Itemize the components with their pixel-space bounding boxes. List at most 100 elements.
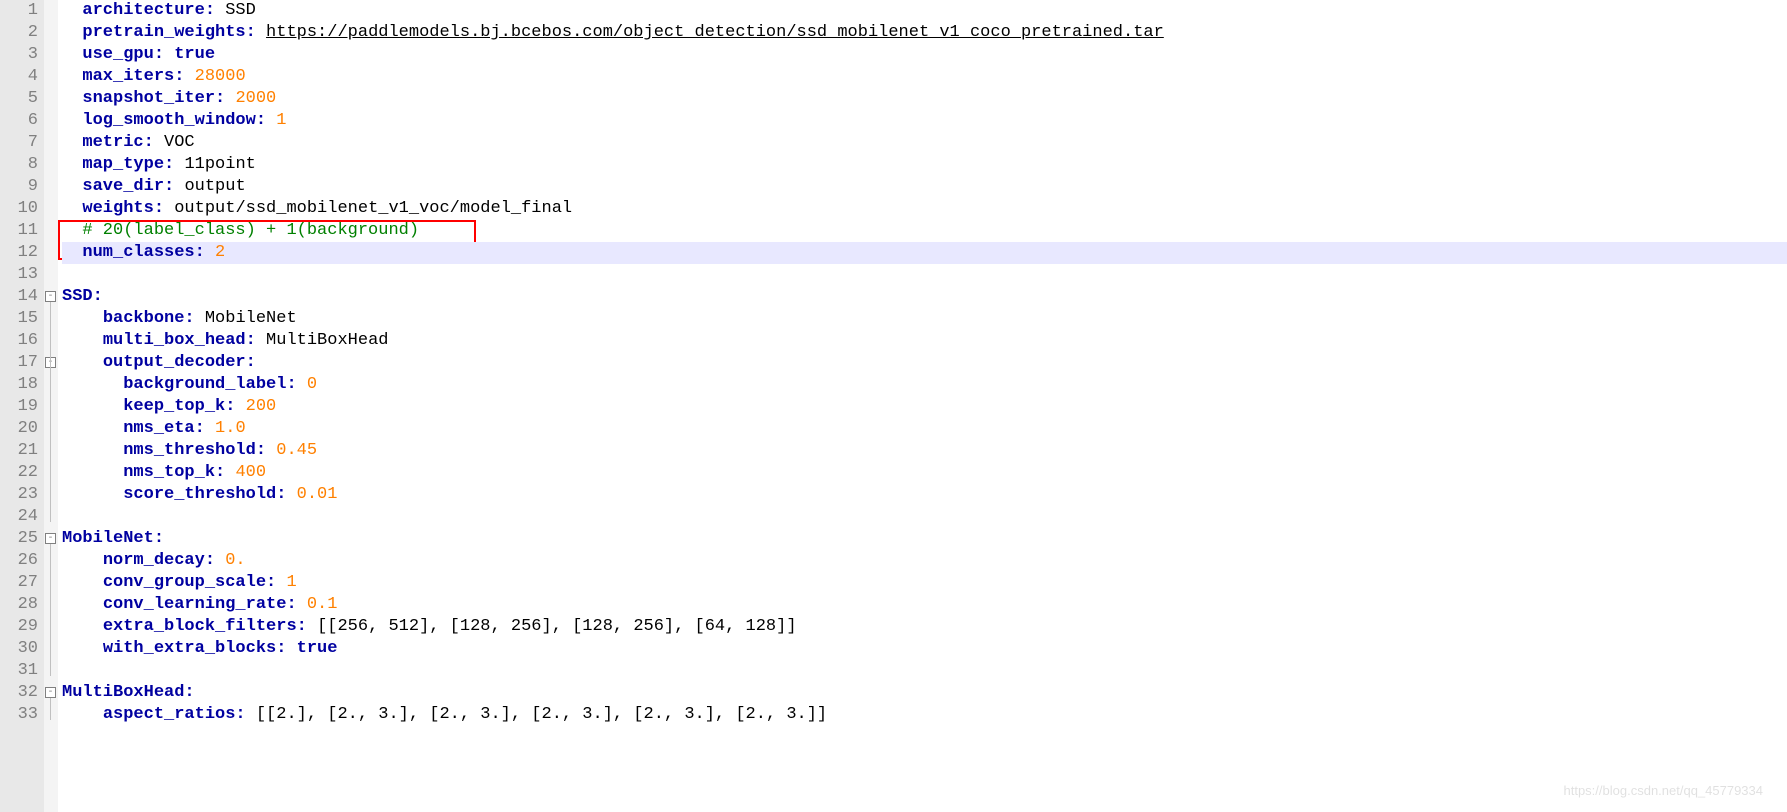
line-number: 9 — [0, 176, 44, 198]
yaml-value: 0.45 — [276, 441, 317, 460]
yaml-value: SSD — [225, 1, 256, 20]
line-number: 14 — [0, 286, 44, 308]
code-line[interactable]: nms_eta: 1.0 — [62, 418, 1787, 440]
yaml-value: 400 — [235, 463, 266, 482]
yaml-key: nms_threshold: — [123, 441, 266, 460]
yaml-value: 1 — [286, 573, 296, 592]
code-line[interactable]: metric: VOC — [62, 132, 1787, 154]
code-line[interactable]: aspect_ratios: [[2.], [2., 3.], [2., 3.]… — [62, 704, 1787, 726]
code-line[interactable]: multi_box_head: MultiBoxHead — [62, 330, 1787, 352]
yaml-key: architecture: — [82, 1, 215, 20]
yaml-value: 0 — [307, 375, 317, 394]
yaml-key: MultiBoxHead: — [62, 683, 195, 702]
line-number: 19 — [0, 396, 44, 418]
yaml-value: [[256, 512], [128, 256], [128, 256], [64… — [317, 617, 796, 636]
line-number: 15 — [0, 308, 44, 330]
code-line[interactable]: architecture: SSD — [62, 0, 1787, 22]
line-number: 18 — [0, 374, 44, 396]
code-line[interactable]: with_extra_blocks: true — [62, 638, 1787, 660]
code-line[interactable]: snapshot_iter: 2000 — [62, 88, 1787, 110]
code-line[interactable] — [62, 660, 1787, 682]
yaml-value: true — [297, 639, 338, 658]
fold-toggle-icon[interactable]: - — [45, 291, 56, 302]
yaml-key: save_dir: — [82, 177, 174, 196]
line-number: 33 — [0, 704, 44, 726]
code-line[interactable]: output_decoder: — [62, 352, 1787, 374]
code-line[interactable]: score_threshold: 0.01 — [62, 484, 1787, 506]
line-number: 22 — [0, 462, 44, 484]
code-line[interactable]: weights: output/ssd_mobilenet_v1_voc/mod… — [62, 198, 1787, 220]
code-line[interactable]: norm_decay: 0. — [62, 550, 1787, 572]
code-line[interactable] — [62, 264, 1787, 286]
line-number-gutter: 1234567891011121314151617181920212223242… — [0, 0, 44, 812]
yaml-value: 1 — [276, 111, 286, 130]
line-number: 32 — [0, 682, 44, 704]
line-number: 31 — [0, 660, 44, 682]
yaml-key: metric: — [82, 133, 153, 152]
code-line[interactable]: conv_group_scale: 1 — [62, 572, 1787, 594]
code-line[interactable]: nms_top_k: 400 — [62, 462, 1787, 484]
yaml-key: use_gpu: — [82, 45, 164, 64]
code-line[interactable]: background_label: 0 — [62, 374, 1787, 396]
yaml-key: conv_learning_rate: — [103, 595, 297, 614]
yaml-key: conv_group_scale: — [103, 573, 276, 592]
yaml-value: 200 — [246, 397, 277, 416]
code-line[interactable]: nms_threshold: 0.45 — [62, 440, 1787, 462]
code-line[interactable]: MobileNet: — [62, 528, 1787, 550]
code-line[interactable]: # 20(label_class) + 1(background) — [62, 220, 1787, 242]
line-number: 12 — [0, 242, 44, 264]
yaml-key: aspect_ratios: — [103, 705, 246, 724]
yaml-value: 28000 — [195, 67, 246, 86]
yaml-key: with_extra_blocks: — [103, 639, 287, 658]
code-line[interactable]: use_gpu: true — [62, 44, 1787, 66]
line-number: 29 — [0, 616, 44, 638]
code-line[interactable]: save_dir: output — [62, 176, 1787, 198]
code-line[interactable]: num_classes: 2 — [62, 242, 1787, 264]
yaml-key: weights: — [82, 199, 164, 218]
line-number: 4 — [0, 66, 44, 88]
fold-toggle-icon[interactable]: - — [45, 687, 56, 698]
yaml-value: MobileNet — [205, 309, 297, 328]
code-editor-area[interactable]: architecture: SSD pretrain_weights: http… — [58, 0, 1787, 812]
yaml-value: 2000 — [235, 89, 276, 108]
yaml-key: output_decoder: — [103, 353, 256, 372]
code-line[interactable] — [62, 506, 1787, 528]
line-number: 21 — [0, 440, 44, 462]
line-number: 25 — [0, 528, 44, 550]
yaml-key: map_type: — [82, 155, 174, 174]
line-number: 11 — [0, 220, 44, 242]
yaml-key: pretrain_weights: — [82, 23, 255, 42]
yaml-key: norm_decay: — [103, 551, 215, 570]
line-number: 1 — [0, 0, 44, 22]
line-number: 20 — [0, 418, 44, 440]
code-line[interactable]: pretrain_weights: https://paddlemodels.b… — [62, 22, 1787, 44]
yaml-key: snapshot_iter: — [82, 89, 225, 108]
line-number: 17 — [0, 352, 44, 374]
code-line[interactable]: max_iters: 28000 — [62, 66, 1787, 88]
line-number: 16 — [0, 330, 44, 352]
yaml-value: 0.01 — [297, 485, 338, 504]
yaml-key: num_classes: — [82, 243, 204, 262]
code-line[interactable]: extra_block_filters: [[256, 512], [128, … — [62, 616, 1787, 638]
yaml-key: log_smooth_window: — [82, 111, 266, 130]
yaml-value: 0.1 — [307, 595, 338, 614]
yaml-key: nms_eta: — [123, 419, 205, 438]
fold-toggle-icon[interactable]: - — [45, 533, 56, 544]
code-line[interactable]: map_type: 11point — [62, 154, 1787, 176]
yaml-key: extra_block_filters: — [103, 617, 307, 636]
yaml-key: keep_top_k: — [123, 397, 235, 416]
yaml-value: true — [174, 45, 215, 64]
yaml-value: [[2.], [2., 3.], [2., 3.], [2., 3.], [2.… — [256, 705, 827, 724]
code-line[interactable]: SSD: — [62, 286, 1787, 308]
code-line[interactable]: log_smooth_window: 1 — [62, 110, 1787, 132]
code-line[interactable]: keep_top_k: 200 — [62, 396, 1787, 418]
yaml-key: nms_top_k: — [123, 463, 225, 482]
yaml-value: https://paddlemodels.bj.bcebos.com/objec… — [266, 23, 1164, 42]
yaml-key: multi_box_head: — [103, 331, 256, 350]
line-number: 6 — [0, 110, 44, 132]
code-line[interactable]: MultiBoxHead: — [62, 682, 1787, 704]
code-line[interactable]: backbone: MobileNet — [62, 308, 1787, 330]
line-number: 3 — [0, 44, 44, 66]
code-line[interactable]: conv_learning_rate: 0.1 — [62, 594, 1787, 616]
line-number: 7 — [0, 132, 44, 154]
